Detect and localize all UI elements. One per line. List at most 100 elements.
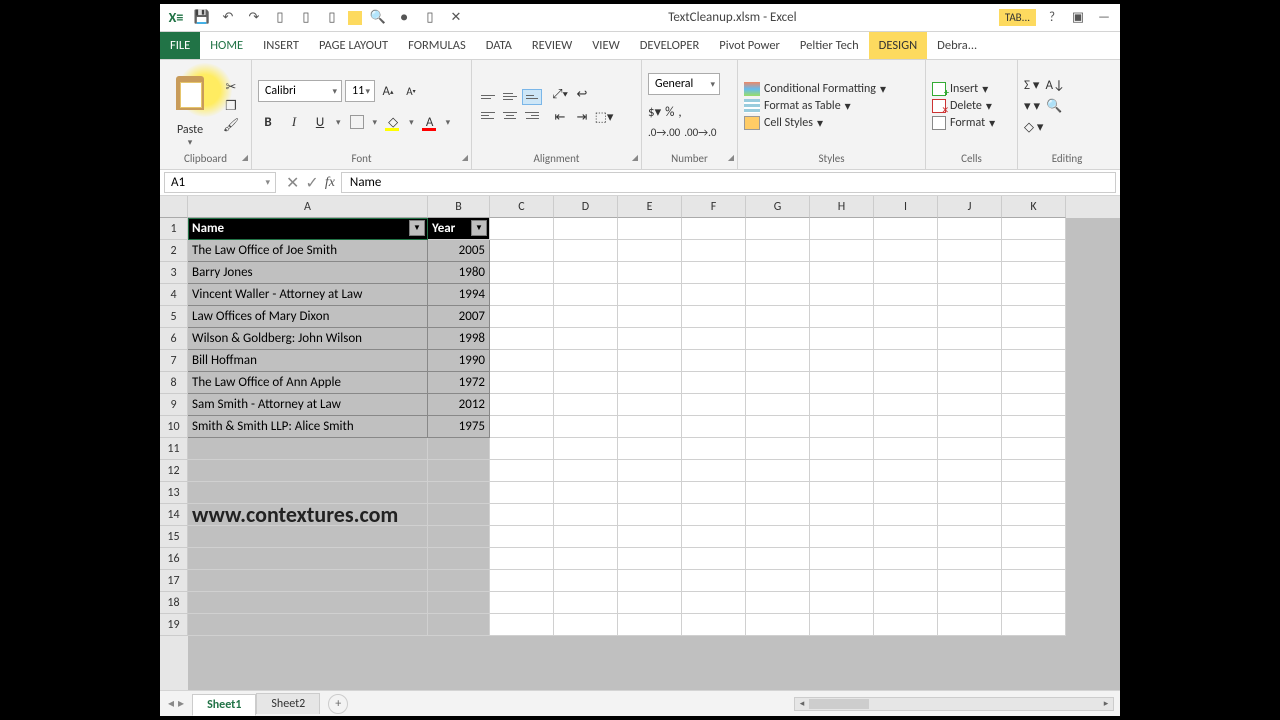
- row-header[interactable]: 2: [160, 240, 188, 262]
- cell[interactable]: [682, 482, 746, 504]
- cell[interactable]: [554, 438, 618, 460]
- cell[interactable]: [618, 284, 682, 306]
- cell[interactable]: [874, 504, 938, 526]
- find-select-button[interactable]: 🔍: [1046, 99, 1062, 114]
- tab-debra[interactable]: Debra...: [927, 32, 987, 59]
- cell[interactable]: [938, 284, 1002, 306]
- cell[interactable]: [874, 460, 938, 482]
- cell[interactable]: [810, 592, 874, 614]
- cell[interactable]: [682, 394, 746, 416]
- cell[interactable]: [554, 592, 618, 614]
- row-header[interactable]: 9: [160, 394, 188, 416]
- qat-icon-6[interactable]: ●: [394, 8, 414, 28]
- cell[interactable]: [490, 350, 554, 372]
- cell[interactable]: [1002, 218, 1066, 240]
- cell[interactable]: [938, 614, 1002, 636]
- align-middle-button[interactable]: [500, 89, 520, 105]
- horizontal-scrollbar[interactable]: ◂ ▸: [794, 697, 1114, 711]
- cell[interactable]: [618, 372, 682, 394]
- cell-year[interactable]: 2012: [428, 394, 490, 416]
- cell[interactable]: [810, 460, 874, 482]
- cell[interactable]: [746, 548, 810, 570]
- cell[interactable]: [746, 614, 810, 636]
- sheet-tab-sheet2[interactable]: Sheet2: [256, 693, 320, 714]
- qat-icon-1[interactable]: ▯: [270, 8, 290, 28]
- fill-button[interactable]: ▾ ▾: [1024, 99, 1040, 114]
- cell[interactable]: [1002, 240, 1066, 262]
- cell[interactable]: [618, 614, 682, 636]
- cell[interactable]: [682, 614, 746, 636]
- cell-year[interactable]: 2005: [428, 240, 490, 262]
- cell[interactable]: [618, 570, 682, 592]
- tab-developer[interactable]: DEVELOPER: [630, 32, 710, 59]
- cell[interactable]: [746, 416, 810, 438]
- cell[interactable]: [1002, 482, 1066, 504]
- row-header[interactable]: 6: [160, 328, 188, 350]
- qat-icon-4[interactable]: [348, 11, 362, 25]
- cell[interactable]: [874, 262, 938, 284]
- qat-icon-3[interactable]: ▯: [322, 8, 342, 28]
- cell[interactable]: [938, 482, 1002, 504]
- number-launcher-icon[interactable]: ◢: [728, 153, 734, 163]
- tab-view[interactable]: VIEW: [582, 32, 629, 59]
- cell[interactable]: [938, 328, 1002, 350]
- table-header-name[interactable]: Name▼: [188, 218, 428, 240]
- cell[interactable]: [746, 240, 810, 262]
- cell[interactable]: [746, 460, 810, 482]
- comma-button[interactable]: ,: [678, 105, 681, 120]
- cell[interactable]: [554, 526, 618, 548]
- cell[interactable]: [810, 570, 874, 592]
- cell[interactable]: [810, 240, 874, 262]
- sheet-nav-prev-icon[interactable]: ◂: [168, 696, 174, 711]
- row-header[interactable]: 18: [160, 592, 188, 614]
- cell[interactable]: [554, 504, 618, 526]
- cell[interactable]: [618, 218, 682, 240]
- cell[interactable]: [746, 262, 810, 284]
- save-icon[interactable]: 💾: [192, 8, 212, 28]
- cell[interactable]: [938, 526, 1002, 548]
- cell[interactable]: [188, 460, 428, 482]
- decrease-font-icon[interactable]: A▾: [401, 81, 421, 101]
- italic-button[interactable]: I: [284, 112, 304, 132]
- cell[interactable]: [490, 218, 554, 240]
- cell[interactable]: [874, 372, 938, 394]
- alignment-launcher-icon[interactable]: ◢: [632, 153, 638, 163]
- cell[interactable]: [938, 570, 1002, 592]
- cell[interactable]: [810, 394, 874, 416]
- cell[interactable]: [682, 350, 746, 372]
- cell[interactable]: [938, 504, 1002, 526]
- cell[interactable]: [874, 306, 938, 328]
- align-center-button[interactable]: [500, 108, 520, 124]
- cell[interactable]: [490, 592, 554, 614]
- row-header[interactable]: 5: [160, 306, 188, 328]
- decrease-decimal-button[interactable]: .00→.0: [684, 126, 716, 139]
- cell[interactable]: [938, 416, 1002, 438]
- cut-icon[interactable]: ✂: [222, 79, 240, 95]
- cell[interactable]: [1002, 350, 1066, 372]
- cell[interactable]: [810, 526, 874, 548]
- cell[interactable]: [682, 460, 746, 482]
- accounting-button[interactable]: $▾: [648, 105, 661, 120]
- close-icon[interactable]: ✕: [446, 8, 466, 28]
- cell[interactable]: [810, 438, 874, 460]
- cell[interactable]: www.contextures.com: [188, 504, 428, 526]
- cell[interactable]: [554, 284, 618, 306]
- cell[interactable]: [188, 592, 428, 614]
- cell[interactable]: [874, 416, 938, 438]
- row-header[interactable]: 13: [160, 482, 188, 504]
- column-header-E[interactable]: E: [618, 196, 682, 218]
- cell[interactable]: [810, 482, 874, 504]
- cell-name[interactable]: Wilson & Goldberg: John Wilson: [188, 328, 428, 350]
- cell[interactable]: [554, 460, 618, 482]
- cell[interactable]: [874, 240, 938, 262]
- column-header-K[interactable]: K: [1002, 196, 1066, 218]
- cell[interactable]: [554, 416, 618, 438]
- redo-icon[interactable]: ↷: [244, 8, 264, 28]
- row-header[interactable]: 16: [160, 548, 188, 570]
- row-header[interactable]: 17: [160, 570, 188, 592]
- cell[interactable]: [682, 526, 746, 548]
- row-header[interactable]: 4: [160, 284, 188, 306]
- cell-styles-button[interactable]: Cell Styles ▾: [744, 116, 886, 131]
- cell[interactable]: [554, 240, 618, 262]
- autosum-button[interactable]: Σ ▾: [1024, 78, 1039, 93]
